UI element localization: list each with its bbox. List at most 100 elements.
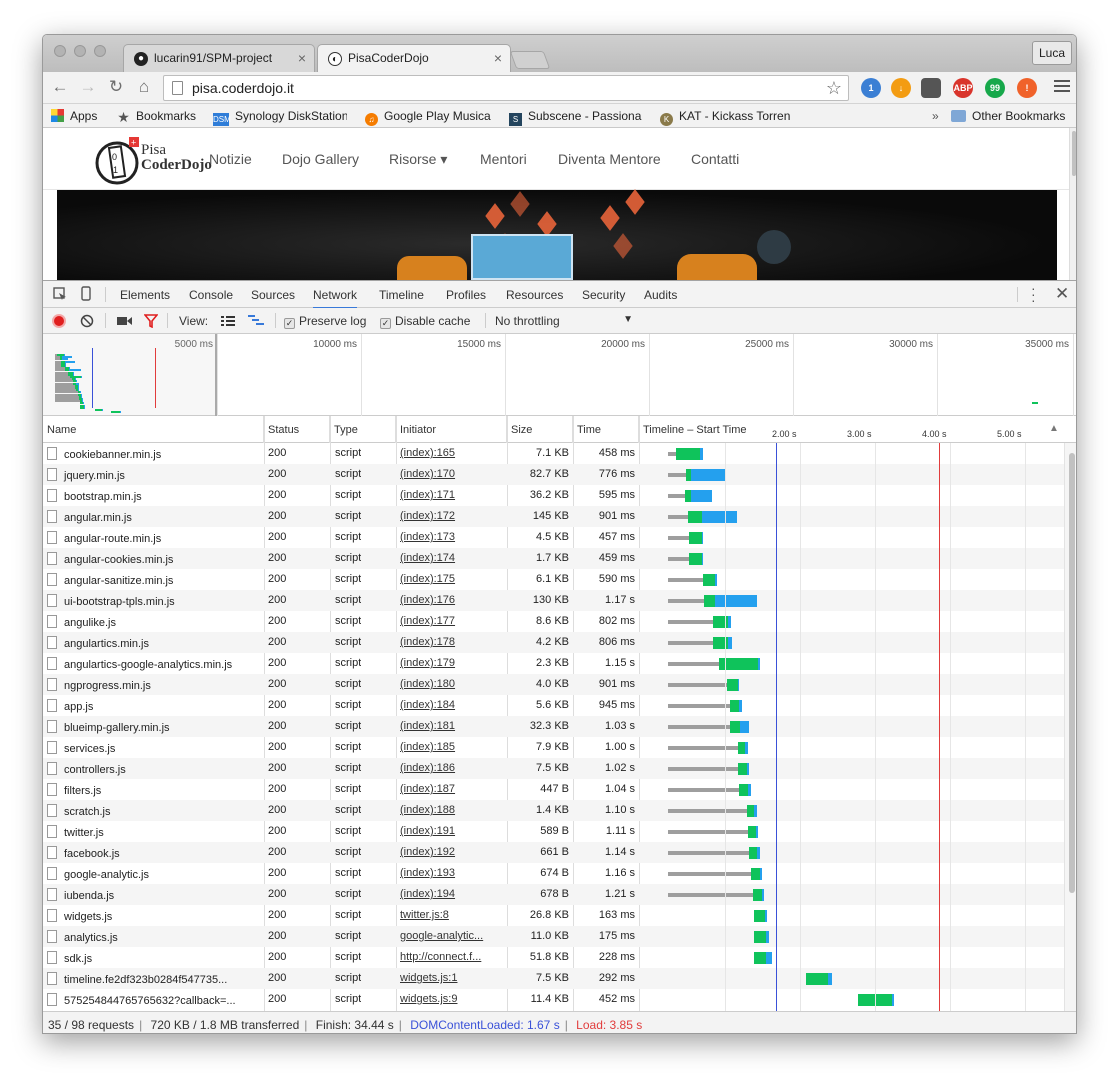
nav-contatti[interactable]: Contatti	[691, 151, 739, 167]
request-name[interactable]: google-analytic.js	[47, 867, 261, 881]
tab-elements[interactable]: Elements	[120, 288, 170, 302]
page-scrollbar[interactable]	[1069, 128, 1076, 280]
request-initiator[interactable]: widgets.js:1	[400, 972, 504, 984]
nav-diventa-mentore[interactable]: Diventa Mentore	[558, 151, 661, 167]
zoom-window-button[interactable]	[94, 45, 106, 57]
bookmark-google-play[interactable]: ♫ Google Play Musica	[365, 109, 491, 126]
filter-icon[interactable]	[144, 314, 158, 328]
request-row[interactable]: services.js 200 script (index):185 7.9 KB 1.0…	[43, 737, 1064, 758]
request-name[interactable]: angular-sanitize.min.js	[47, 573, 261, 587]
bookmark-star-icon[interactable]: ☆	[826, 78, 842, 99]
request-row[interactable]: blueimp-gallery.min.js 200 script (index):1…	[43, 716, 1064, 737]
home-icon[interactable]: ⌂	[133, 76, 155, 98]
tab-profiles[interactable]: Profiles	[446, 288, 486, 302]
request-row[interactable]: angulartics.min.js 200 script (index):178 4.…	[43, 632, 1064, 653]
bookmark-folder[interactable]: ★ Bookmarks	[117, 109, 196, 124]
request-initiator[interactable]: (index):171	[400, 489, 504, 501]
device-mode-icon[interactable]	[81, 286, 91, 301]
request-name[interactable]: angulartics.min.js	[47, 636, 261, 650]
request-initiator[interactable]: (index):165	[400, 447, 504, 459]
request-row[interactable]: filters.js 200 script (index):187 447 B 1.04 …	[43, 779, 1064, 800]
request-name[interactable]: sdk.js	[47, 951, 261, 965]
tab-spm-project[interactable]: ● lucarin91/SPM-project ×	[123, 44, 315, 72]
request-row[interactable]: controllers.js 200 script (index):186 7.5 KB…	[43, 758, 1064, 779]
request-name[interactable]: bootstrap.min.js	[47, 489, 261, 503]
nav-risorse[interactable]: Risorse ▾	[389, 151, 447, 168]
bookmark-synology[interactable]: DSM Synology DiskStation	[213, 109, 347, 126]
request-initiator[interactable]: (index):194	[400, 888, 504, 900]
col-status[interactable]: Status	[264, 416, 330, 443]
request-initiator[interactable]: (index):185	[400, 741, 504, 753]
more-options-icon[interactable]: · · ·	[1031, 281, 1036, 307]
bookmark-subscene[interactable]: S Subscene - Passiona	[509, 109, 645, 126]
inspect-element-icon[interactable]	[53, 287, 67, 301]
request-name[interactable]: 575254844765765632?callback=...	[47, 993, 261, 1007]
request-row[interactable]: sdk.js 200 script http://connect.f... 51.8 K…	[43, 947, 1064, 968]
back-icon[interactable]: ←	[49, 76, 71, 98]
hangouts-icon[interactable]: 99	[985, 78, 1005, 98]
request-row[interactable]: angulartics-google-analytics.min.js 200 sc…	[43, 653, 1064, 674]
nav-notizie[interactable]: Notizie	[209, 151, 252, 167]
disable-cache-checkbox[interactable]: ✓ Disable cache	[380, 314, 470, 329]
request-name[interactable]: blueimp-gallery.min.js	[47, 720, 261, 734]
profile-button[interactable]: Luca	[1032, 41, 1072, 65]
adblock-icon[interactable]: ABP	[953, 78, 973, 98]
request-name[interactable]: analytics.js	[47, 930, 261, 944]
tab-console[interactable]: Console	[189, 288, 233, 302]
clear-icon[interactable]	[80, 314, 94, 328]
request-row[interactable]: ngprogress.min.js 200 script (index):180 4.0…	[43, 674, 1064, 695]
request-name[interactable]: angular-route.min.js	[47, 531, 261, 545]
sort-ascending-icon[interactable]: ▲	[1049, 423, 1059, 434]
tab-timeline[interactable]: Timeline	[379, 288, 424, 302]
preserve-log-checkbox[interactable]: ✓ Preserve log	[284, 314, 366, 329]
request-row[interactable]: app.js 200 script (index):184 5.6 KB 945 ms	[43, 695, 1064, 716]
request-name[interactable]: services.js	[47, 741, 261, 755]
request-row[interactable]: 575254844765765632?callback=... 200 script…	[43, 989, 1064, 1010]
close-tab-icon[interactable]: ×	[298, 50, 306, 66]
other-bookmarks[interactable]: Other Bookmarks	[951, 109, 1065, 123]
request-initiator[interactable]: (index):181	[400, 720, 504, 732]
request-initiator[interactable]: (index):173	[400, 531, 504, 543]
col-initiator[interactable]: Initiator	[396, 416, 507, 443]
request-name[interactable]: timeline.fe2df323b0284f547735...	[47, 972, 261, 986]
record-icon[interactable]	[52, 314, 66, 328]
request-row[interactable]: analytics.js 200 script google-analytic... 1…	[43, 926, 1064, 947]
request-initiator[interactable]: google-analytic...	[400, 930, 504, 942]
request-row[interactable]: ui-bootstrap-tpls.min.js 200 script (index)…	[43, 590, 1064, 611]
col-size[interactable]: Size	[507, 416, 573, 443]
site-logo[interactable]: 0 1 + Pisa CoderDojo	[95, 135, 212, 185]
request-initiator[interactable]: twitter.js:8	[400, 909, 504, 921]
request-initiator[interactable]: http://connect.f...	[400, 951, 504, 963]
tab-network[interactable]: Network	[313, 288, 358, 309]
request-initiator[interactable]: (index):180	[400, 678, 504, 690]
request-row[interactable]: angular-sanitize.min.js 200 script (index):…	[43, 569, 1064, 590]
request-initiator[interactable]: (index):174	[400, 552, 504, 564]
tab-pisacoderdojo[interactable]: ◐ PisaCoderDojo ×	[317, 44, 511, 72]
mail-checker-icon[interactable]: 1	[861, 78, 881, 98]
overview-icon[interactable]	[248, 315, 264, 328]
request-initiator[interactable]: (index):175	[400, 573, 504, 585]
request-name[interactable]: ui-bootstrap-tpls.min.js	[47, 594, 261, 608]
request-initiator[interactable]: (index):172	[400, 510, 504, 522]
request-row[interactable]: cookiebanner.min.js 200 script (index):165 7…	[43, 443, 1064, 464]
request-row[interactable]: angular-route.min.js 200 script (index):173…	[43, 527, 1064, 548]
col-type[interactable]: Type	[330, 416, 396, 443]
chrome-menu-icon[interactable]	[1054, 78, 1070, 94]
request-name[interactable]: filters.js	[47, 783, 261, 797]
request-name[interactable]: angular-cookies.min.js	[47, 552, 261, 566]
request-row[interactable]: jquery.min.js 200 script (index):170 82.7 KB…	[43, 464, 1064, 485]
request-list-scrollbar[interactable]	[1064, 443, 1076, 1011]
request-row[interactable]: iubenda.js 200 script (index):194 678 B 1.21 …	[43, 884, 1064, 905]
request-initiator[interactable]: (index):179	[400, 657, 504, 669]
request-name[interactable]: facebook.js	[47, 846, 261, 860]
request-initiator[interactable]: (index):193	[400, 867, 504, 879]
request-name[interactable]: twitter.js	[47, 825, 261, 839]
minimize-window-button[interactable]	[74, 45, 86, 57]
forward-icon[interactable]: →	[77, 76, 99, 98]
close-window-button[interactable]	[54, 45, 66, 57]
request-initiator[interactable]: (index):178	[400, 636, 504, 648]
large-rows-icon[interactable]	[221, 316, 235, 327]
request-initiator[interactable]: (index):186	[400, 762, 504, 774]
request-row[interactable]: timeline.fe2df323b0284f547735... 200 scrip…	[43, 968, 1064, 989]
request-name[interactable]: cookiebanner.min.js	[47, 447, 261, 461]
